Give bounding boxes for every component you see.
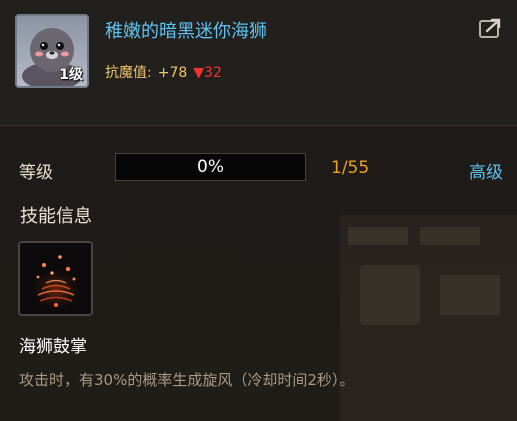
pet-header: 1级 稚嫩的暗黑迷你海狮 抗魔值: +78 ▼32: [0, 0, 517, 126]
stat-label: 抗魔值:: [105, 65, 152, 81]
skill-description: 攻击时，有30%的概率生成旋风（冷却时间2秒）。: [19, 371, 355, 389]
skill-slot[interactable]: [18, 241, 93, 316]
resist-stat: 抗魔值: +78 ▼32: [105, 62, 222, 82]
pet-name: 稚嫩的暗黑迷你海狮: [105, 21, 267, 42]
pet-portrait[interactable]: 1级: [15, 14, 89, 88]
share-button[interactable]: [478, 16, 504, 40]
pet-level-badge: 1级: [59, 67, 83, 83]
whirlwind-skill-icon: [20, 243, 91, 314]
advanced-link[interactable]: 高级: [469, 158, 503, 183]
level-label: 等级: [19, 163, 53, 183]
level-progress-bar: 0%: [115, 153, 306, 181]
pet-detail-panel: 1级 稚嫩的暗黑迷你海狮 抗魔值: +78 ▼32 等级 0% 1/55 高级 技能…: [0, 0, 517, 421]
share-icon: [479, 18, 501, 38]
skill-section-title: 技能信息: [20, 206, 92, 227]
background-window-ghost: [340, 215, 517, 421]
stat-decrease: ▼32: [193, 65, 222, 81]
progress-text: 0%: [197, 157, 224, 177]
skill-name: 海狮鼓掌: [19, 337, 87, 357]
stat-bonus: +78: [157, 65, 188, 81]
down-arrow-icon: ▼: [193, 65, 205, 81]
level-count: 1/55: [331, 158, 370, 178]
